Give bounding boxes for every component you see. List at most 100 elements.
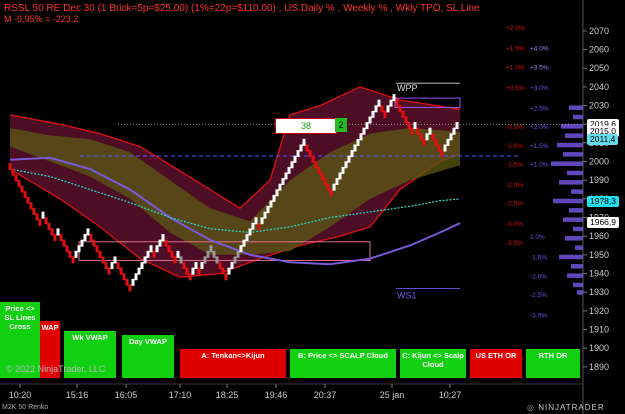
renko-brick-103 xyxy=(317,166,321,174)
renko-brick-146 xyxy=(446,138,450,146)
renko-brick-42 xyxy=(134,273,138,281)
renko-brick-128 xyxy=(392,94,396,102)
renko-brick-53 xyxy=(167,245,171,253)
renko-brick-58 xyxy=(182,262,186,270)
renko-brick-37 xyxy=(119,267,123,275)
renko-brick-45 xyxy=(143,256,147,264)
renko-brick-119 xyxy=(365,122,369,130)
renko-brick-75 xyxy=(233,256,237,264)
renko-brick-36 xyxy=(116,262,120,270)
renko-brick-59 xyxy=(185,267,189,275)
renko-brick-127 xyxy=(389,99,393,107)
count-box: 38 xyxy=(275,118,337,134)
renko-brick-35 xyxy=(113,256,117,264)
renko-brick-4 xyxy=(20,185,24,193)
renko-brick-23 xyxy=(77,245,81,253)
renko-brick-114 xyxy=(350,150,354,158)
renko-brick-6 xyxy=(26,196,30,204)
instrument-label: M2K 50 Renko xyxy=(2,404,49,411)
renko-brick-70 xyxy=(218,262,222,270)
renko-brick-109 xyxy=(335,178,339,186)
pct-label-purple-3: +1.5% xyxy=(530,143,549,150)
signal-button-7[interactable]: US ETH OR xyxy=(470,349,522,378)
renko-brick-11 xyxy=(41,211,45,219)
renko-brick-15 xyxy=(53,234,57,242)
brand-icon: ◎ xyxy=(527,403,539,412)
renko-brick-43 xyxy=(137,267,141,275)
renko-brick-31 xyxy=(101,256,105,264)
renko-brick-64 xyxy=(200,262,204,270)
pct-label-purple-2: +2.0% xyxy=(530,124,549,131)
y-tick-label-7: 2000 xyxy=(589,157,609,167)
renko-brick-108 xyxy=(332,183,336,191)
volume-profile-bar-11 xyxy=(569,208,583,213)
renko-brick-145 xyxy=(443,144,447,152)
volume-profile-bar-17 xyxy=(571,264,583,269)
renko-brick-118 xyxy=(362,127,366,135)
ws1-label: WS1 xyxy=(397,290,417,300)
x-tick-label-1: 15:16 xyxy=(66,390,89,400)
renko-brick-117 xyxy=(359,133,363,141)
renko-brick-133 xyxy=(407,122,411,130)
volume-profile-bar-6 xyxy=(551,161,583,166)
renko-brick-147 xyxy=(449,133,453,141)
renko-brick-0 xyxy=(8,163,12,171)
renko-brick-51 xyxy=(161,234,165,242)
y-tick-label-0: 2070 xyxy=(589,26,609,36)
signal-button-5[interactable]: B: Price <> SCALP Cloud xyxy=(290,349,396,378)
signal-button-6[interactable]: C: Kijun <> Scalp Cloud xyxy=(400,349,466,378)
x-tick-label-8: 10:27 xyxy=(439,390,462,400)
volume-profile-bar-8 xyxy=(559,180,583,185)
volume-profile-bar-12 xyxy=(563,217,583,222)
y-tick-label-1: 2060 xyxy=(589,45,609,55)
renko-brick-19 xyxy=(65,245,69,253)
renko-brick-29 xyxy=(95,245,99,253)
renko-brick-78 xyxy=(242,239,246,247)
renko-brick-81 xyxy=(251,222,255,230)
renko-brick-110 xyxy=(338,172,342,180)
renko-brick-47 xyxy=(149,245,153,253)
renko-brick-137 xyxy=(419,133,423,141)
renko-brick-32 xyxy=(104,262,108,270)
renko-brick-92 xyxy=(284,172,288,180)
pct-label-red-1: +1.5% xyxy=(506,46,525,53)
pct-label-purple-8: -2.5% xyxy=(530,292,547,299)
renko-brick-111 xyxy=(341,166,345,174)
volume-profile-bar-10 xyxy=(553,198,583,204)
renko-brick-13 xyxy=(47,222,51,230)
chart-subtitle: M -9,95% = -223,2 xyxy=(4,14,79,24)
renko-brick-41 xyxy=(131,278,135,286)
renko-brick-30 xyxy=(98,250,102,258)
signal-button-4[interactable]: A: Tenkan<>Kijun xyxy=(180,349,286,378)
pct-label-purple-6: -1.5% xyxy=(530,255,547,262)
volume-profile-bar-15 xyxy=(575,245,583,250)
renko-brick-141 xyxy=(431,133,435,141)
pct-label-red-3: +0.5% xyxy=(506,85,525,92)
renko-brick-57 xyxy=(179,256,183,264)
signal-button-8[interactable]: RTH OR xyxy=(526,349,580,378)
volume-profile-bar-7 xyxy=(567,170,583,176)
signal-button-3[interactable]: Day VWAP xyxy=(122,335,174,378)
renko-brick-40 xyxy=(128,284,132,292)
renko-brick-63 xyxy=(197,267,201,275)
y-tick-label-4: 2030 xyxy=(589,101,609,111)
renko-brick-115 xyxy=(353,144,357,152)
y-tick-label-18: 1890 xyxy=(589,362,609,372)
pct-label-purple-9: -3.0% xyxy=(530,313,547,320)
brand-logo: ◎ NINJATRADER xyxy=(527,403,605,412)
renko-brick-16 xyxy=(56,228,60,236)
renko-brick-135 xyxy=(413,122,417,130)
y-tick-label-13: 1940 xyxy=(589,269,609,279)
renko-brick-46 xyxy=(146,250,150,258)
price-tag-3: 1978,3 xyxy=(587,196,619,208)
renko-brick-107 xyxy=(329,189,333,197)
volume-profile-bar-5 xyxy=(563,152,583,157)
pct-label-red-6: -1.5% xyxy=(506,161,523,168)
volume-profile-bar-9 xyxy=(571,189,583,194)
price-tag-4: 1966,9 xyxy=(587,217,619,229)
renko-brick-18 xyxy=(62,239,66,247)
volume-profile-bar-13 xyxy=(573,226,583,232)
renko-brick-27 xyxy=(89,234,93,242)
y-tick-label-17: 1900 xyxy=(589,343,609,353)
renko-brick-71 xyxy=(221,267,225,275)
